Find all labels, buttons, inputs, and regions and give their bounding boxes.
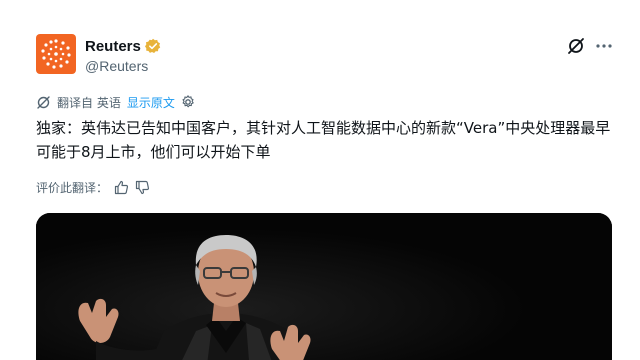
photo-of-speaker (36, 213, 612, 360)
tweet-card: Reuters @Reuters 翻译自 英语 显示原文 独家：英伟达已告知中国… (0, 0, 640, 360)
translate-icon (36, 95, 51, 110)
thumb-down-icon[interactable] (135, 180, 150, 195)
verified-badge-icon (144, 38, 161, 54)
display-name[interactable]: Reuters (85, 38, 141, 55)
account-handle[interactable]: @Reuters (85, 58, 161, 74)
display-name-row: Reuters (85, 36, 161, 56)
gear-icon[interactable] (181, 95, 195, 109)
tweet-text: 独家：英伟达已告知中国客户，其针对人工智能数据中心的新款“Vera”中央处理器最… (36, 119, 611, 161)
avatar[interactable] (36, 34, 76, 74)
show-original-link[interactable]: 显示原文 (127, 94, 175, 111)
thumb-up-icon[interactable] (114, 180, 129, 195)
rate-translation-label: 评价此翻译： (36, 180, 109, 195)
grok-icon[interactable] (566, 36, 586, 56)
tweet-media-photo[interactable] (36, 213, 612, 360)
reuters-logo-icon (41, 39, 71, 69)
account-info[interactable]: Reuters @Reuters (85, 36, 161, 74)
translation-row: 翻译自 英语 显示原文 (36, 93, 195, 111)
rate-translation-row: 评价此翻译： (36, 178, 150, 196)
translated-from-label: 翻译自 英语 (57, 95, 121, 110)
more-icon[interactable] (594, 36, 614, 56)
